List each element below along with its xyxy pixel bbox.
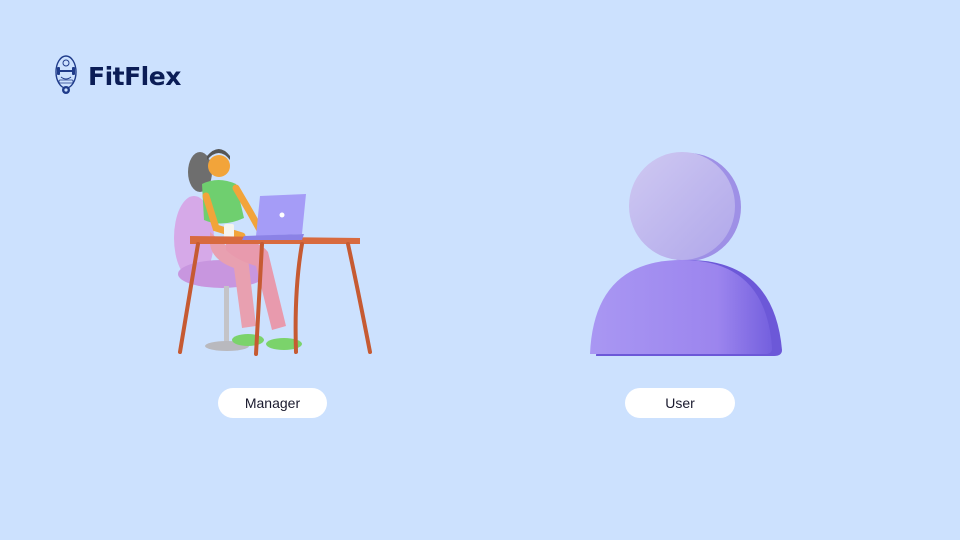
role-card-manager[interactable]: Manager	[152, 140, 392, 420]
brand-logo[interactable]: FitFlex	[54, 54, 181, 96]
user-silhouette-3d-icon	[590, 152, 782, 356]
dumbbell-badge-icon	[55, 55, 77, 94]
role-card-user[interactable]: User	[560, 140, 800, 420]
brand-name: FitFlex	[88, 61, 181, 91]
manager-button[interactable]: Manager	[218, 388, 327, 418]
person-at-desk-with-laptop-illustration	[174, 149, 372, 356]
user-button[interactable]: User	[625, 388, 735, 418]
